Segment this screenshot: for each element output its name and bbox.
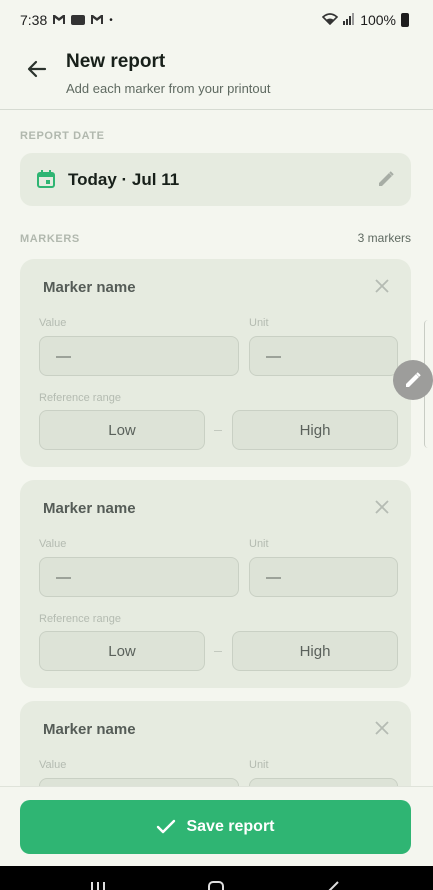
status-left: 7:38 • bbox=[20, 12, 113, 28]
range-separator bbox=[214, 651, 222, 652]
back-nav-icon[interactable] bbox=[326, 879, 340, 890]
range-high-field[interactable]: High bbox=[232, 631, 398, 671]
recents-icon[interactable] bbox=[90, 879, 106, 890]
pencil-icon[interactable] bbox=[377, 170, 395, 193]
unit-field[interactable]: — bbox=[249, 778, 398, 786]
unit-label: Unit bbox=[249, 317, 269, 329]
report-date-label: REPORT DATE bbox=[20, 130, 105, 142]
dot-icon: • bbox=[109, 14, 113, 26]
unit-field[interactable]: — bbox=[249, 336, 398, 376]
content-scroll[interactable]: REPORT DATE Today · Jul 11 MARKERS 3 mar… bbox=[0, 111, 433, 786]
range-high-field[interactable]: High bbox=[232, 410, 398, 450]
voicemail-icon bbox=[71, 15, 86, 25]
gmail-icon bbox=[52, 14, 66, 27]
marker-card: Marker name Value Unit — — Reference ran… bbox=[20, 259, 411, 467]
value-field[interactable]: — bbox=[39, 336, 239, 376]
app-header: New report Add each marker from your pri… bbox=[0, 40, 433, 110]
calendar-icon bbox=[36, 169, 56, 194]
report-date-picker[interactable]: Today · Jul 11 bbox=[20, 153, 411, 206]
value-label: Value bbox=[39, 317, 67, 329]
pencil-icon bbox=[406, 372, 421, 387]
marker-card: Marker name Value Unit — — Reference ran… bbox=[20, 480, 411, 688]
marker-name[interactable]: Marker name bbox=[43, 721, 136, 738]
value-label: Value bbox=[39, 538, 67, 550]
close-icon[interactable] bbox=[375, 279, 391, 295]
gmail-icon bbox=[90, 14, 104, 27]
page-subtitle: Add each marker from your printout bbox=[66, 81, 271, 96]
status-bar: 7:38 • 100% bbox=[0, 0, 433, 40]
marker-name[interactable]: Marker name bbox=[43, 279, 136, 296]
close-icon[interactable] bbox=[375, 500, 391, 516]
unit-label: Unit bbox=[249, 538, 269, 550]
status-time: 7:38 bbox=[20, 12, 48, 28]
battery-text: 100% bbox=[360, 12, 396, 28]
reference-range-label: Reference range bbox=[39, 613, 121, 625]
arrow-left-icon bbox=[27, 60, 47, 78]
back-button[interactable] bbox=[22, 54, 52, 84]
marker-card: Marker name Value Unit — — bbox=[20, 701, 411, 786]
unit-label: Unit bbox=[249, 759, 269, 771]
markers-count: 3 markers bbox=[357, 231, 411, 245]
page-title: New report bbox=[66, 51, 166, 72]
markers-label: MARKERS bbox=[20, 233, 80, 245]
report-date-value: Today · Jul 11 bbox=[68, 170, 180, 189]
value-field[interactable]: — bbox=[39, 778, 239, 786]
save-report-button[interactable]: Save report bbox=[20, 800, 411, 854]
value-label: Value bbox=[39, 759, 67, 771]
range-low-field[interactable]: Low bbox=[39, 631, 205, 671]
close-icon[interactable] bbox=[375, 721, 391, 737]
reference-range-label: Reference range bbox=[39, 392, 121, 404]
home-icon[interactable] bbox=[207, 879, 225, 890]
signal-icon bbox=[343, 12, 355, 28]
wifi-icon bbox=[322, 12, 339, 28]
checkmark-icon bbox=[157, 819, 176, 834]
bottom-action-bar: Save report bbox=[0, 786, 433, 866]
marker-name[interactable]: Marker name bbox=[43, 500, 136, 517]
unit-field[interactable]: — bbox=[249, 557, 398, 597]
save-report-label: Save report bbox=[186, 818, 275, 835]
range-separator bbox=[214, 430, 222, 431]
system-nav-bar bbox=[0, 866, 433, 890]
floating-edit-button[interactable] bbox=[393, 360, 433, 400]
battery-icon bbox=[401, 13, 409, 27]
range-low-field[interactable]: Low bbox=[39, 410, 205, 450]
value-field[interactable]: — bbox=[39, 557, 239, 597]
status-right: 100% bbox=[322, 12, 409, 28]
